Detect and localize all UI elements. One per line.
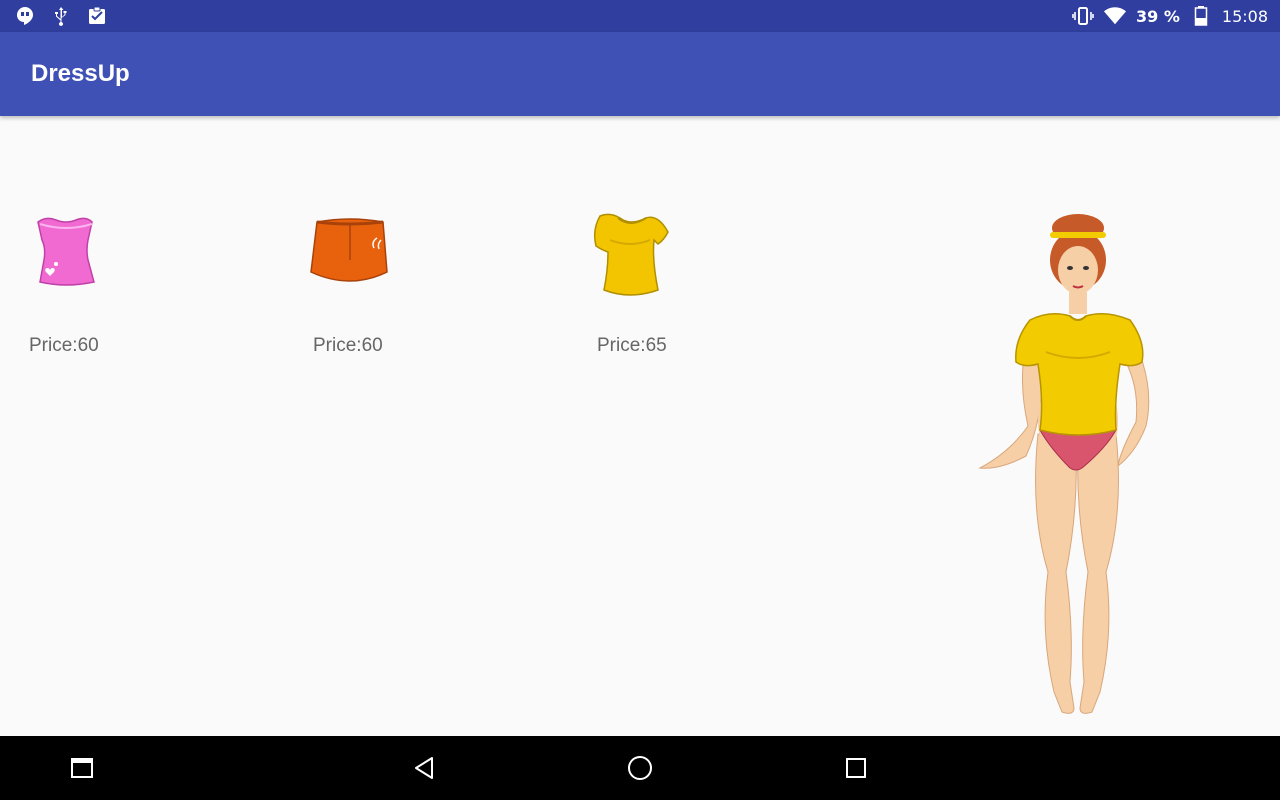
usb-icon [50,5,72,27]
recents-app-icon[interactable] [66,752,98,784]
status-bar: 39 % 15:08 [0,0,1280,32]
clock: 15:08 [1221,6,1268,26]
content-area: Price:60 Price:60 Price:65 [0,116,1280,736]
app-bar: DressUp [0,32,1280,116]
app-title: DressUp [31,60,130,87]
price-orange-skirt: Price:60 [313,335,383,356]
status-left [14,5,108,27]
yellow-tshirt-image[interactable] [590,210,680,300]
price-pink-top: Price:60 [29,335,99,356]
pink-top-image[interactable] [26,210,116,300]
battery-percent: 39 % [1136,6,1180,26]
clipboard-check-icon [86,5,108,27]
orange-skirt-image[interactable] [305,210,395,300]
status-right: 39 % 15:08 [1072,5,1268,27]
price-yellow-tshirt: Price:65 [597,335,667,356]
home-icon[interactable] [624,752,656,784]
back-icon[interactable] [408,752,440,784]
battery-icon [1190,5,1212,27]
overview-icon[interactable] [840,752,872,784]
dress-up-model[interactable] [970,212,1170,722]
hangouts-icon [14,5,36,27]
wifi-icon [1104,5,1127,27]
nav-bar [0,736,1280,800]
vibrate-icon [1072,5,1094,27]
